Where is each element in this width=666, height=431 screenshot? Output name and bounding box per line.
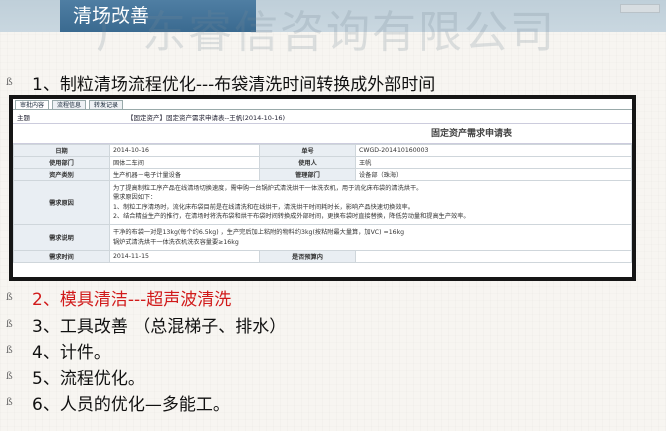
number-value: CWGD-201410160003 <box>355 144 632 157</box>
tab-process-info[interactable]: 流程信息 <box>52 100 87 109</box>
list-item-text: 6、人员的优化—多能工。 <box>32 395 230 415</box>
bullet-icon: ß <box>6 77 13 88</box>
date-value: 2014-10-16 <box>109 144 260 157</box>
list-item-text: 4、计件。 <box>32 343 111 363</box>
form-title: 固定资产需求申请表 <box>13 124 632 144</box>
reason-line: 需求原因如下： <box>113 194 157 201</box>
table-row: 资产类别 生产机器－电子计量设备 管理部门 设备部（珠海） <box>13 168 632 181</box>
subject-label: 主题 <box>17 113 30 122</box>
category-label: 资产类别 <box>13 168 110 181</box>
reason-value: 为了提高制粒工序产品在线清场切换速度，需申购一台锅炉式清洗烘干一体洗衣机，用于流… <box>109 180 632 225</box>
desc-line: 锅炉式清洗烘干一体洗衣机洗衣容量要≥16kg <box>113 238 239 246</box>
list-item-6: ß 6、人员的优化—多能工。 <box>6 390 230 415</box>
budget-value <box>355 250 632 263</box>
bullet-icon: ß <box>6 397 13 408</box>
date-label: 日期 <box>13 144 110 157</box>
reason-label: 需求原因 <box>13 180 110 225</box>
reason-line: 2、结合精益生产的推行，在清场时将洗布袋和烘干布袋时间转换成外部时间，更换布袋时… <box>113 213 470 220</box>
table-row: 使用部门 固体二车间 使用人 王帆 <box>13 156 632 169</box>
desc-value: 干净的布袋一对是13kg(每个约6.5kg) ，生产完后加上粘附的物料约3kg(… <box>109 224 632 251</box>
list-item-text: 2、模具清洁---超声波清洗 <box>32 290 232 310</box>
dept-label: 使用部门 <box>13 156 110 169</box>
category-value: 生产机器－电子计量设备 <box>109 168 260 181</box>
table-row: 需求时间 2014-11-15 是否预算内 <box>13 250 632 263</box>
watermark: 广东睿信咨询有限公司 <box>96 7 556 58</box>
list-item-text: 1、制粒清场流程优化---布袋清洗时间转换成外部时间 <box>32 75 436 95</box>
number-label: 单号 <box>259 144 356 157</box>
embedded-form-screenshot: 审批内容 流程信息 转发记录 主题 【固定资产】固定资产需求申请表--王帆(20… <box>9 95 636 281</box>
desc-line: 干净的布袋一对是13kg(每个约6.5kg) ，生产完后加上粘附的物料约3kg(… <box>113 229 405 236</box>
desc-label: 需求说明 <box>13 224 110 251</box>
list-item-2: ß 2、模具清洁---超声波清洗 <box>6 285 231 310</box>
table-row: 需求原因 为了提高制粒工序产品在线清场切换速度，需申购一台锅炉式清洗烘干一体洗衣… <box>13 180 632 225</box>
list-item-text: 5、流程优化。 <box>32 369 145 389</box>
tab-bar: 审批内容 流程信息 转发记录 <box>13 99 632 110</box>
reason-line: 1、制粒工序清场时，流化床布袋目前是在线清洗和在线烘干，清洗烘干时间耗时长，影响… <box>113 203 414 211</box>
manager-label: 管理部门 <box>259 168 356 181</box>
bullet-icon: ß <box>6 319 13 330</box>
tab-forward-record[interactable]: 转发记录 <box>89 100 124 109</box>
reason-line: 为了提高制粒工序产品在线清场切换速度，需申购一台锅炉式清洗烘干一体洗衣机，用于流… <box>113 184 423 192</box>
list-item-3: ß 3、工具改善 （总混梯子、排水） <box>6 312 286 337</box>
table-row: 需求说明 干净的布袋一对是13kg(每个约6.5kg) ，生产完后加上粘附的物料… <box>13 224 632 251</box>
list-item-1: ß 1、制粒清场流程优化---布袋清洗时间转换成外部时间 <box>6 70 435 95</box>
bullet-icon: ß <box>6 345 13 356</box>
time-value: 2014-11-15 <box>109 250 260 263</box>
manager-value: 设备部（珠海） <box>355 168 632 181</box>
subject-value: 【固定资产】固定资产需求申请表--王帆(2014-10-16) <box>127 113 286 122</box>
list-item-text: 3、工具改善 （总混梯子、排水） <box>32 317 287 337</box>
tab-approval-content[interactable]: 审批内容 <box>15 100 50 109</box>
dept-value: 固体二车间 <box>109 156 260 169</box>
table-row: 日期 2014-10-16 单号 CWGD-201410160003 <box>13 144 632 157</box>
time-label: 需求时间 <box>13 250 110 263</box>
user-label: 使用人 <box>259 156 356 169</box>
bullet-icon: ß <box>6 371 13 382</box>
bullet-icon: ß <box>6 292 13 303</box>
form-table: 日期 2014-10-16 单号 CWGD-201410160003 使用部门 … <box>13 144 632 263</box>
subject-row: 主题 【固定资产】固定资产需求申请表--王帆(2014-10-16) <box>13 110 632 124</box>
user-value: 王帆 <box>355 156 632 169</box>
budget-label: 是否预算内 <box>259 250 356 263</box>
list-item-4: ß 4、计件。 <box>6 338 111 363</box>
list-item-5: ß 5、流程优化。 <box>6 364 145 389</box>
corner-decoration <box>620 4 660 13</box>
